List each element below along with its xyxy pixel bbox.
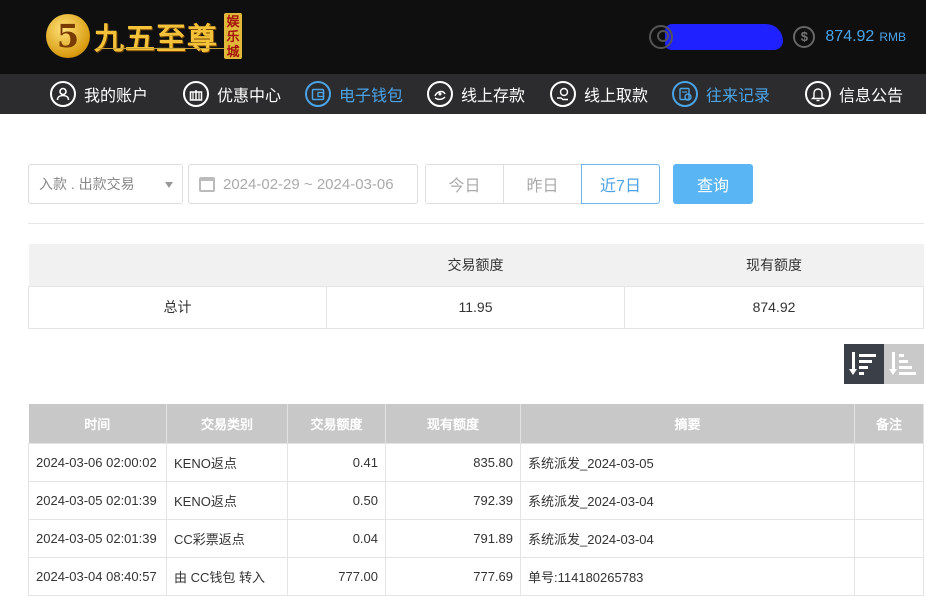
nav-label: 我的账户 bbox=[84, 88, 149, 105]
cell-remarks bbox=[854, 556, 924, 596]
cell-balance: 792.39 bbox=[385, 480, 521, 520]
cell-amount: 0.04 bbox=[287, 518, 386, 558]
summary-current-balance: 874.92 bbox=[624, 285, 924, 329]
coin-icon: $ bbox=[793, 26, 816, 48]
cell-type: KENO返点 bbox=[166, 480, 288, 520]
calendar-icon bbox=[199, 176, 215, 192]
date-range-value: 2024-02-29 ~ 2024-03-06 bbox=[223, 175, 394, 193]
summary-label: 总计 bbox=[28, 285, 327, 329]
query-button[interactable]: 查询 bbox=[673, 164, 753, 204]
cell-summary: 系统派发_2024-03-04 bbox=[520, 480, 855, 520]
nav-records[interactable]: 往来记录 bbox=[672, 74, 770, 114]
table-row[interactable]: 2024-03-05 02:01:39 CC彩票返点 0.04 791.89 系… bbox=[28, 518, 924, 558]
nav-label: 优惠中心 bbox=[217, 88, 282, 105]
table-row[interactable]: 2024-03-05 02:01:39 KENO返点 0.50 792.39 系… bbox=[28, 480, 924, 520]
cell-amount: 0.41 bbox=[287, 442, 386, 482]
quick-date-group: 今日 昨日 近7日 bbox=[425, 164, 663, 204]
cell-time: 2024-03-06 02:00:02 bbox=[28, 442, 167, 482]
records-icon bbox=[672, 81, 698, 107]
cell-balance: 835.80 bbox=[385, 442, 521, 482]
column-header-remarks[interactable]: 备注 bbox=[854, 404, 924, 443]
nav-announcements[interactable]: 信息公告 bbox=[805, 74, 903, 114]
nav-online-withdraw[interactable]: 线上取款 bbox=[550, 74, 648, 114]
logo-badge: 娱 乐 城 bbox=[224, 13, 242, 59]
summary-header-cell: 现有额度 bbox=[624, 244, 924, 286]
transactions-header-row: 时间 交易类别 交易额度 现有额度 摘要 备注 bbox=[28, 404, 924, 443]
nav-label: 信息公告 bbox=[839, 88, 904, 105]
cell-summary: 系统派发_2024-03-05 bbox=[520, 442, 855, 482]
cell-summary: 系统派发_2024-03-04 bbox=[520, 518, 855, 558]
column-header-type[interactable]: 交易类别 bbox=[166, 404, 288, 443]
cell-time: 2024-03-04 08:40:57 bbox=[28, 556, 167, 596]
summary-total-row: 总计 11.95 874.92 bbox=[28, 285, 924, 329]
nav-e-wallet[interactable]: 电子钱包 bbox=[305, 74, 403, 114]
last-7-days-button[interactable]: 近7日 bbox=[581, 164, 660, 204]
logo-mark: 5 bbox=[46, 14, 90, 58]
user-area: $ 874.92 RMB bbox=[649, 22, 906, 52]
wallet-icon bbox=[305, 81, 331, 107]
cell-amount: 777.00 bbox=[287, 556, 386, 596]
nav-my-account[interactable]: 我的账户 bbox=[50, 74, 148, 114]
nav-label: 往来记录 bbox=[706, 88, 771, 105]
cell-balance: 777.69 bbox=[385, 556, 521, 596]
cell-type: KENO返点 bbox=[166, 442, 288, 482]
main-nav: 我的账户 优惠中心 电子钱包 线上存款 线上取款 往来记录 信息公告 bbox=[0, 74, 926, 114]
divider bbox=[28, 223, 924, 224]
table-row[interactable]: 2024-03-06 02:00:02 KENO返点 0.41 835.80 系… bbox=[28, 442, 924, 482]
sort-descending-button[interactable] bbox=[844, 344, 884, 384]
cell-remarks bbox=[854, 442, 924, 482]
redacted-username bbox=[665, 24, 784, 50]
caret-down-icon bbox=[165, 182, 173, 188]
cell-amount: 0.50 bbox=[287, 480, 386, 520]
nav-online-deposit[interactable]: 线上存款 bbox=[427, 74, 525, 114]
site-logo[interactable]: 5 九五至尊 娱 乐 城 bbox=[46, 10, 242, 62]
summary-table: 交易额度 现有额度 总计 11.95 874.92 bbox=[28, 244, 924, 329]
deposit-icon bbox=[427, 81, 453, 107]
bell-icon bbox=[805, 81, 831, 107]
sort-ascending-icon bbox=[889, 352, 918, 376]
cell-remarks bbox=[854, 518, 924, 558]
summary-transaction-amount: 11.95 bbox=[326, 285, 625, 329]
cell-type: CC彩票返点 bbox=[166, 518, 288, 558]
cell-time: 2024-03-05 02:01:39 bbox=[28, 518, 167, 558]
column-header-summary[interactable]: 摘要 bbox=[520, 404, 855, 443]
top-header: 5 九五至尊 娱 乐 城 $ 874.92 RMB bbox=[0, 0, 926, 74]
column-header-time[interactable]: 时间 bbox=[28, 404, 167, 443]
sort-ascending-button[interactable] bbox=[884, 344, 924, 384]
cell-time: 2024-03-05 02:01:39 bbox=[28, 480, 167, 520]
transaction-type-value: 入款 . 出款交易 bbox=[39, 176, 135, 192]
yesterday-button[interactable]: 昨日 bbox=[503, 164, 582, 204]
summary-header-row: 交易额度 现有额度 bbox=[28, 244, 924, 286]
column-header-balance[interactable]: 现有额度 bbox=[385, 404, 521, 443]
gift-icon bbox=[183, 81, 209, 107]
summary-header-cell: 交易额度 bbox=[326, 244, 625, 286]
logo-text: 九五至尊 bbox=[94, 22, 218, 57]
transaction-type-select[interactable]: 入款 . 出款交易 bbox=[28, 164, 183, 204]
cell-type: 由 CC钱包 转入 bbox=[166, 556, 288, 596]
user-icon bbox=[50, 81, 76, 107]
withdraw-icon bbox=[550, 81, 576, 107]
table-row[interactable]: 2024-03-04 08:40:57 由 CC钱包 转入 777.00 777… bbox=[28, 556, 924, 596]
nav-label: 线上取款 bbox=[584, 88, 649, 105]
nav-label: 线上存款 bbox=[461, 88, 526, 105]
balance-amount: 874.92 bbox=[825, 28, 875, 45]
nav-label: 电子钱包 bbox=[339, 88, 404, 105]
summary-header-cell bbox=[28, 244, 327, 286]
nav-promotions[interactable]: 优惠中心 bbox=[183, 74, 281, 114]
logo-underline bbox=[96, 48, 224, 49]
balance-currency: RMB bbox=[879, 30, 906, 44]
date-range-input[interactable]: 2024-02-29 ~ 2024-03-06 bbox=[188, 164, 418, 204]
cell-summary: 单号:114180265783 bbox=[520, 556, 855, 596]
cell-remarks bbox=[854, 480, 924, 520]
sort-descending-icon bbox=[849, 352, 878, 376]
column-header-amount[interactable]: 交易额度 bbox=[287, 404, 386, 443]
cell-balance: 791.89 bbox=[385, 518, 521, 558]
today-button[interactable]: 今日 bbox=[425, 164, 504, 204]
transactions-table: 时间 交易类别 交易额度 现有额度 摘要 备注 2024-03-06 02:00… bbox=[28, 404, 924, 596]
